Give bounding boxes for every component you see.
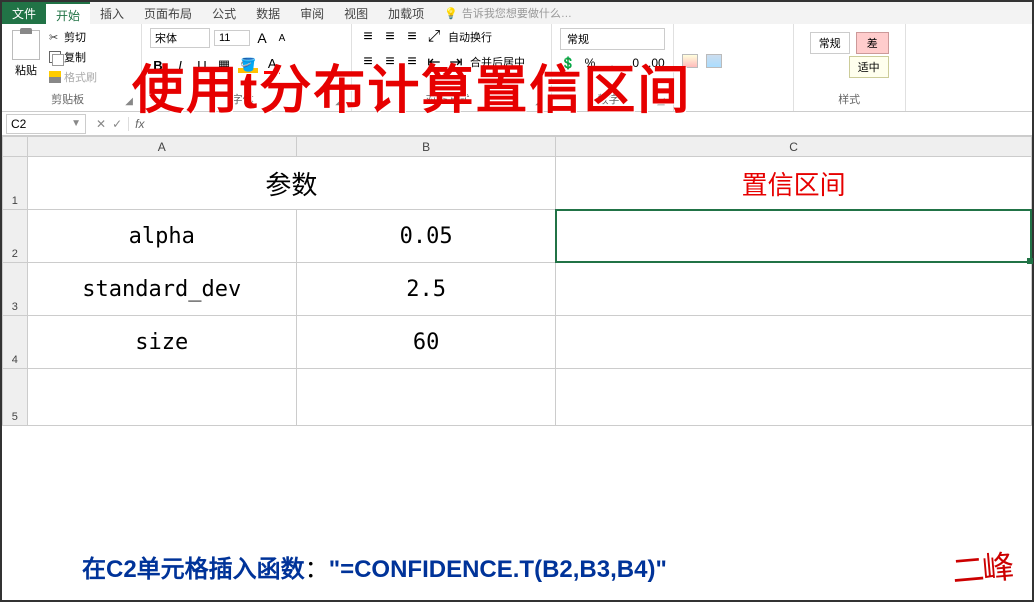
row-header-1[interactable]: 1	[3, 157, 28, 210]
accept-formula-icon[interactable]: ✓	[112, 117, 122, 131]
column-header-A[interactable]: A	[27, 137, 297, 157]
chevron-down-icon[interactable]: ▼	[71, 118, 81, 129]
instruction-text: 在C2单元格插入函数："=CONFIDENCE.T(B2,B3,B4)"	[82, 549, 667, 584]
cell-style-bad[interactable]: 差	[856, 32, 889, 54]
row-header-2[interactable]: 2	[3, 210, 28, 263]
column-header-B[interactable]: B	[297, 137, 556, 157]
tab-addins[interactable]: 加载项	[378, 2, 434, 24]
cell-A5[interactable]	[27, 368, 298, 426]
cell-C5[interactable]	[555, 368, 1032, 426]
cell-A1B1[interactable]: 参数	[27, 156, 557, 210]
paste-button[interactable]: 粘贴	[10, 28, 42, 89]
cancel-formula-icon[interactable]: ✕	[96, 117, 106, 131]
clipboard-group: 粘贴 ✂ 剪切 复制 格式刷 剪贴板 ◢	[2, 24, 142, 111]
styles-group-label: 样式	[802, 89, 897, 107]
tab-data[interactable]: 数据	[246, 2, 290, 24]
clipboard-group-label: 剪贴板	[10, 89, 125, 107]
cell-A3[interactable]: standard_dev	[27, 262, 298, 316]
tab-formulas[interactable]: 公式	[202, 2, 246, 24]
tab-insert[interactable]: 插入	[90, 2, 134, 24]
cell-A2[interactable]: alpha	[27, 209, 298, 263]
align-bottom-icon[interactable]: ≡	[404, 28, 420, 46]
cell-B3[interactable]: 2.5	[296, 262, 556, 316]
copy-icon	[49, 51, 61, 63]
font-name-dropdown[interactable]: 宋体	[150, 28, 210, 48]
conditional-format-group	[674, 24, 794, 111]
styles-group: 常规 差 适中 样式	[794, 24, 906, 111]
scissors-icon: ✂	[49, 31, 61, 43]
cell-C3[interactable]	[555, 262, 1032, 316]
signature: 二峰	[950, 541, 1014, 592]
spreadsheet-grid: A B C 1 参数 置信区间 2 alpha 0.05 3 standard_…	[2, 136, 1032, 426]
cell-C1[interactable]: 置信区间	[555, 156, 1032, 210]
format-as-table-button[interactable]	[706, 54, 722, 68]
cut-button[interactable]: ✂ 剪切	[46, 28, 100, 46]
overlay-title: 使用t分布计算置信区间	[132, 48, 691, 123]
table-format-icon	[706, 54, 722, 68]
cell-style-moderate[interactable]: 适中	[849, 56, 889, 78]
format-painter-button[interactable]: 格式刷	[46, 68, 100, 86]
align-top-icon[interactable]: ≡	[360, 28, 376, 46]
row-header-5[interactable]: 5	[3, 369, 28, 426]
cell-style-normal[interactable]: 常规	[810, 32, 850, 54]
wrap-text-button[interactable]: 自动换行	[448, 29, 492, 45]
cell-B2[interactable]: 0.05	[296, 209, 556, 263]
lightbulb-icon: 💡	[444, 7, 458, 20]
tab-home[interactable]: 开始	[46, 2, 90, 24]
tell-me-hint[interactable]: 💡 告诉我您想要做什么…	[434, 2, 582, 24]
font-size-dropdown[interactable]: 11	[214, 30, 250, 46]
tab-page-layout[interactable]: 页面布局	[134, 2, 202, 24]
select-all-corner[interactable]	[3, 137, 28, 157]
ribbon: 使用t分布计算置信区间 粘贴 ✂ 剪切 复制 格式刷	[2, 24, 1032, 112]
row-header-4[interactable]: 4	[3, 316, 28, 369]
align-middle-icon[interactable]: ≡	[382, 28, 398, 46]
name-box[interactable]: C2 ▼	[6, 114, 86, 134]
cell-C2[interactable]	[555, 209, 1032, 263]
cell-A4[interactable]: size	[27, 315, 298, 369]
tab-file[interactable]: 文件	[2, 2, 46, 24]
cell-C4[interactable]	[555, 315, 1032, 369]
cell-B5[interactable]	[296, 368, 556, 426]
tab-review[interactable]: 审阅	[290, 2, 334, 24]
decrease-font-icon[interactable]: A	[274, 33, 290, 44]
menu-tabs: 文件 开始 插入 页面布局 公式 数据 审阅 视图 加载项 💡 告诉我您想要做什…	[2, 2, 1032, 24]
number-format-dropdown[interactable]: 常规	[560, 28, 665, 50]
cell-B4[interactable]: 60	[296, 315, 556, 369]
orientation-icon[interactable]: ⤢	[426, 28, 442, 46]
column-header-C[interactable]: C	[556, 137, 1032, 157]
row-header-3[interactable]: 3	[3, 263, 28, 316]
tab-view[interactable]: 视图	[334, 2, 378, 24]
copy-button[interactable]: 复制	[46, 48, 100, 66]
empty-group-label	[682, 93, 785, 107]
brush-icon	[49, 71, 61, 83]
increase-font-icon[interactable]: A	[254, 30, 270, 46]
clipboard-icon	[12, 30, 40, 60]
